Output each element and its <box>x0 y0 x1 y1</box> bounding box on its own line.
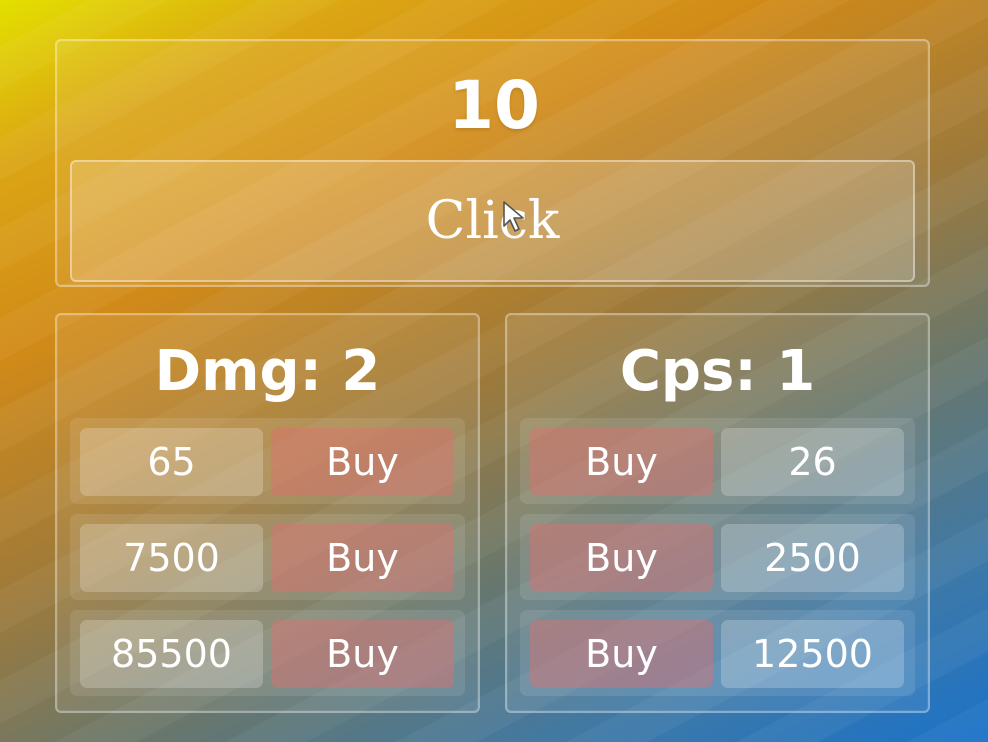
damage-upgrade-cost: 85500 <box>80 620 263 688</box>
damage-upgrade-row: 65 Buy <box>70 418 465 504</box>
mouse-cursor-icon <box>503 201 524 232</box>
cps-buy-button[interactable]: Buy <box>530 428 713 496</box>
cps-title: Cps: 1 <box>619 339 816 404</box>
cps-upgrade-cost: 2500 <box>721 524 904 592</box>
damage-upgrade-cost: 7500 <box>80 524 263 592</box>
click-button[interactable]: Click <box>70 160 915 282</box>
cps-upgrade-row: Buy 26 <box>520 418 915 504</box>
cps-buy-button[interactable]: Buy <box>530 524 713 592</box>
damage-title: Dmg: 2 <box>154 339 381 404</box>
cps-buy-button[interactable]: Buy <box>530 620 713 688</box>
cps-upgrade-cost: 12500 <box>721 620 904 688</box>
damage-upgrade-cost: 65 <box>80 428 263 496</box>
damage-buy-button[interactable]: Buy <box>271 620 454 688</box>
cps-upgrade-cost: 26 <box>721 428 904 496</box>
damage-upgrade-row: 85500 Buy <box>70 610 465 696</box>
cps-upgrade-row: Buy 12500 <box>520 610 915 696</box>
damage-buy-button[interactable]: Buy <box>271 524 454 592</box>
damage-buy-button[interactable]: Buy <box>271 428 454 496</box>
damage-upgrade-row: 7500 Buy <box>70 514 465 600</box>
cps-upgrade-row: Buy 2500 <box>520 514 915 600</box>
score-counter: 10 <box>448 67 540 144</box>
